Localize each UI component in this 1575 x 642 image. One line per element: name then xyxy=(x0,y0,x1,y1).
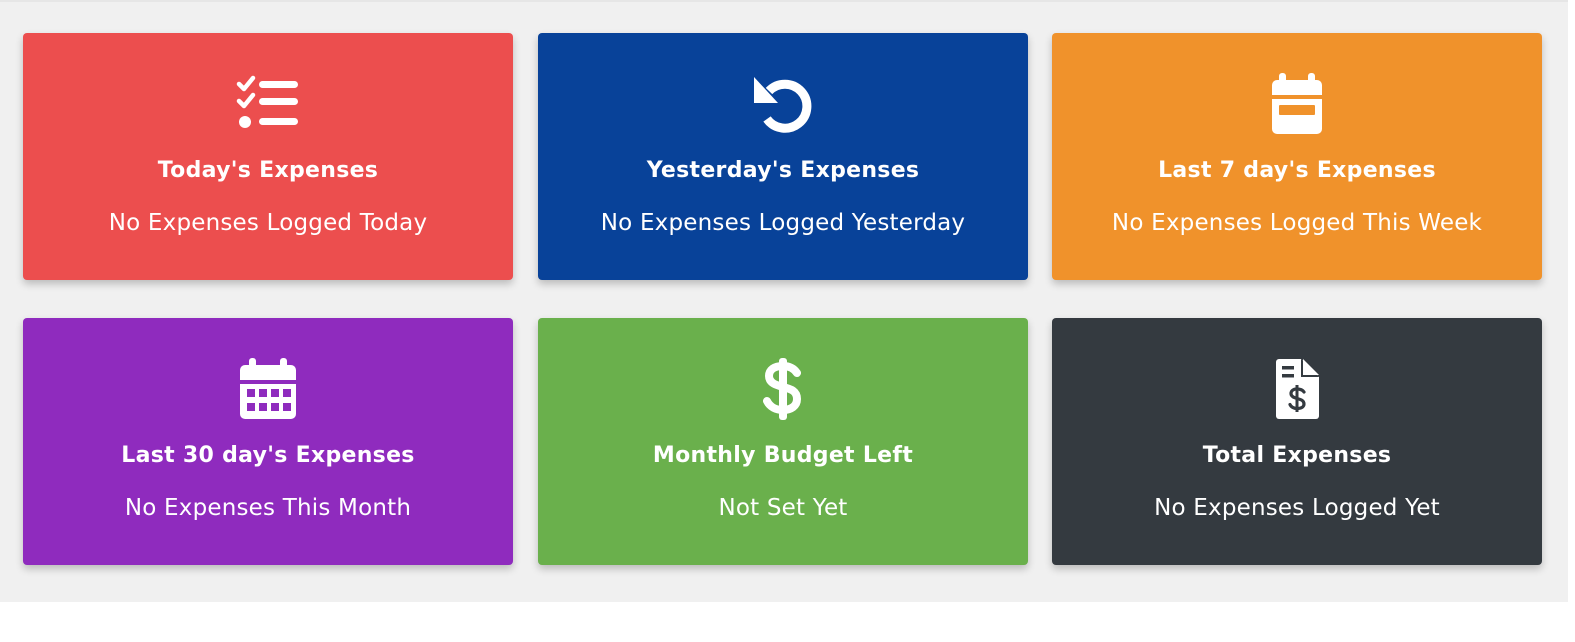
dashboard: Today's Expenses No Expenses Logged Toda… xyxy=(0,0,1568,602)
card-value: No Expenses Logged This Week xyxy=(1111,210,1483,236)
card-monthly-budget-left[interactable]: Monthly Budget Left Not Set Yet xyxy=(538,318,1028,565)
card-title: Monthly Budget Left xyxy=(652,443,914,468)
card-last-7-days-expenses[interactable]: Last 7 day's Expenses No Expenses Logged… xyxy=(1052,33,1542,280)
card-title: Last 30 day's Expenses xyxy=(121,443,415,468)
card-value: No Expenses Logged Today xyxy=(108,210,428,236)
card-todays-expenses[interactable]: Today's Expenses No Expenses Logged Toda… xyxy=(23,33,513,280)
calendar-week-icon xyxy=(1264,71,1330,137)
invoice-dollar-icon xyxy=(1264,356,1330,422)
card-value: No Expenses Logged Yet xyxy=(1154,495,1440,521)
card-title: Last 7 day's Expenses xyxy=(1158,158,1436,183)
card-title: Today's Expenses xyxy=(157,158,379,183)
card-title: Total Expenses xyxy=(1202,443,1392,468)
undo-icon xyxy=(750,71,816,137)
card-title: Yesterday's Expenses xyxy=(646,158,920,183)
tasks-icon xyxy=(235,71,301,137)
dollar-icon xyxy=(750,356,816,422)
card-yesterdays-expenses[interactable]: Yesterday's Expenses No Expenses Logged … xyxy=(538,33,1028,280)
card-value: Not Set Yet xyxy=(718,495,848,521)
card-value: No Expenses This Month xyxy=(124,495,412,521)
calendar-month-icon xyxy=(235,356,301,422)
card-last-30-days-expenses[interactable]: Last 30 day's Expenses No Expenses This … xyxy=(23,318,513,565)
card-total-expenses[interactable]: Total Expenses No Expenses Logged Yet xyxy=(1052,318,1542,565)
card-value: No Expenses Logged Yesterday xyxy=(600,210,966,236)
